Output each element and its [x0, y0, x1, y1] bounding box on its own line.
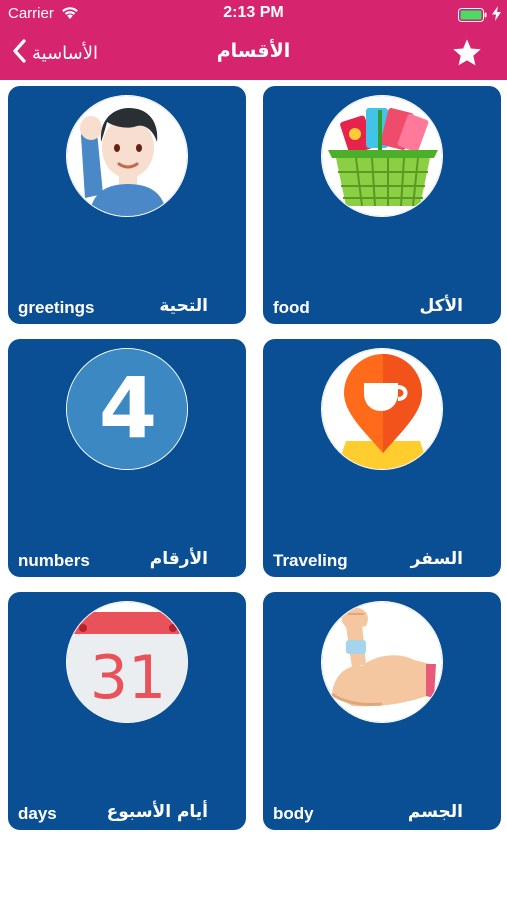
- back-button-label: الأساسية: [32, 42, 98, 64]
- chevron-left-icon: [12, 39, 26, 67]
- app-header: Carrier 2:13 PM الأساسية الأقسام: [0, 0, 507, 80]
- status-bar: Carrier 2:13 PM: [0, 0, 507, 28]
- category-card-greetings[interactable]: greetings التحية: [8, 86, 246, 324]
- number-four-icon: 4: [66, 348, 188, 470]
- category-arabic-label: الأكل: [419, 296, 463, 316]
- category-card-body[interactable]: body الجسم: [263, 592, 501, 830]
- charging-bolt-icon: [492, 6, 501, 25]
- category-english-label: Traveling: [273, 551, 348, 570]
- navigation-bar: الأساسية الأقسام: [0, 28, 507, 80]
- coffee-location-pin-icon: [321, 348, 443, 470]
- star-icon: [451, 39, 483, 73]
- category-card-days[interactable]: 31 days أيام الأسبوع: [8, 592, 246, 830]
- category-arabic-label: الأرقام: [149, 549, 208, 569]
- waving-boy-icon: [66, 95, 188, 217]
- category-english-label: food: [273, 298, 310, 317]
- calendar-icon: 31: [66, 601, 188, 723]
- battery-icon: [458, 7, 488, 26]
- category-arabic-label: الجسم: [407, 802, 463, 822]
- category-arabic-label: السفر: [410, 549, 463, 569]
- flexed-bicep-icon: [321, 601, 443, 723]
- calendar-day-number: 31: [90, 643, 166, 713]
- back-button[interactable]: الأساسية: [12, 38, 98, 68]
- number-four-glyph: 4: [99, 359, 157, 457]
- category-card-traveling[interactable]: Traveling السفر: [263, 339, 501, 577]
- category-arabic-label: التحية: [159, 296, 208, 316]
- category-arabic-label: أيام الأسبوع: [106, 802, 208, 822]
- grocery-basket-icon: [321, 95, 443, 217]
- favorites-button[interactable]: [451, 37, 483, 73]
- category-english-label: greetings: [18, 298, 95, 317]
- category-english-label: days: [18, 804, 57, 823]
- status-time: 2:13 PM: [223, 4, 284, 21]
- category-english-label: body: [273, 804, 314, 823]
- category-english-label: numbers: [18, 551, 90, 570]
- category-card-numbers[interactable]: 4 numbers الأرقام: [8, 339, 246, 577]
- category-card-food[interactable]: food الأكل: [263, 86, 501, 324]
